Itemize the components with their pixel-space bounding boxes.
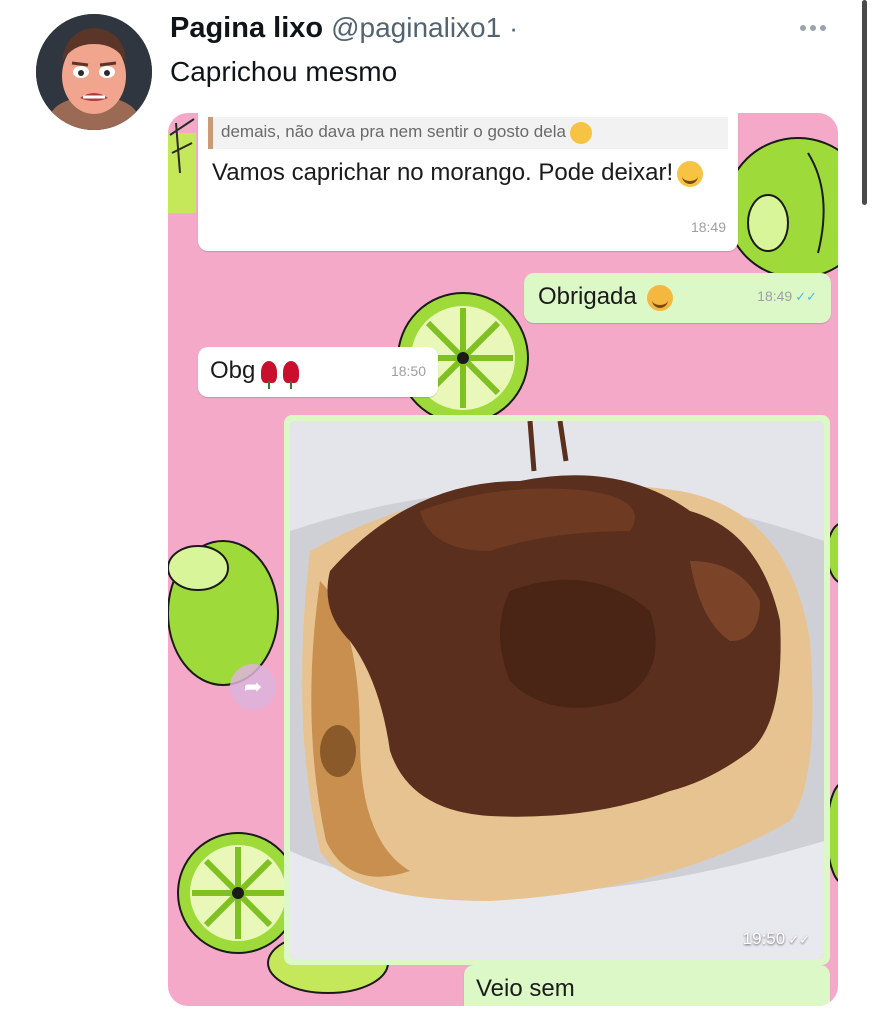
message-text: Veio sem <box>476 975 575 1002</box>
quoted-message-text: demais, não dava pra nem sentir o gosto … <box>221 122 566 141</box>
chat-message-incoming[interactable]: demais, não dava pra nem sentir o gosto … <box>198 113 738 251</box>
message-timestamp: 18:49 <box>690 219 726 235</box>
more-horizontal-icon-dot <box>820 25 826 31</box>
lime-icon <box>168 540 279 686</box>
message-text: Vamos caprichar no morango. Pode deixar! <box>212 159 674 186</box>
avatar[interactable] <box>36 14 152 130</box>
chat-message-outgoing[interactable]: Obrigada 18:49 ✓✓ <box>524 273 831 323</box>
scrollbar[interactable] <box>862 0 867 205</box>
read-ticks-icon: ✓✓ <box>788 932 810 947</box>
tweet-author-row: Pagina lixo @paginalixo1 · <box>170 12 518 45</box>
message-status: 18:49 ✓✓ <box>757 280 817 313</box>
chat-message-incoming[interactable]: Obg 18:50 <box>198 347 438 397</box>
tweet-text: Caprichou mesmo <box>170 56 398 87</box>
smiling-face-with-hearts-emoji-icon <box>647 284 674 311</box>
message-text: Obrigada <box>538 283 637 310</box>
message-status: 19:50 ✓✓ <box>743 929 810 949</box>
chat-photo-message[interactable]: 19:50 ✓✓ <box>284 415 830 965</box>
rose-emoji-icon <box>261 360 278 389</box>
smiling-face-emoji-icon <box>677 160 704 187</box>
palm-tree-icon <box>168 118 196 213</box>
chat-message-outgoing[interactable]: Veio sem <box>464 965 830 1006</box>
avatar-face-icon <box>36 14 152 130</box>
forward-arrow-icon: ➦ <box>243 674 263 699</box>
lime-slice-icon <box>177 832 299 954</box>
food-photo[interactable]: 19:50 ✓✓ <box>290 421 824 959</box>
forward-button[interactable]: ➦ <box>230 664 276 710</box>
chocolate-pizza-image <box>290 421 824 959</box>
lime-icon <box>725 137 838 279</box>
message-timestamp: 18:50 <box>390 363 426 379</box>
tweet-media-image[interactable]: demais, não dava pra nem sentir o gosto … <box>168 113 838 1006</box>
display-name[interactable]: Pagina lixo <box>170 12 323 45</box>
quoted-message[interactable]: demais, não dava pra nem sentir o gosto … <box>208 117 728 149</box>
separator-dot: · <box>509 13 518 43</box>
message-timestamp: 19:50 <box>742 929 786 948</box>
message-text: Obg <box>210 357 256 384</box>
sad-face-emoji-icon <box>569 121 592 144</box>
more-options-button[interactable] <box>793 16 833 40</box>
rose-emoji-icon <box>283 360 300 389</box>
more-horizontal-icon <box>800 25 806 31</box>
more-horizontal-icon-dot <box>810 25 816 31</box>
message-timestamp: 18:49 <box>757 288 793 304</box>
read-ticks-icon: ✓✓ <box>795 289 817 304</box>
user-handle[interactable]: @paginalixo1 <box>331 12 501 44</box>
